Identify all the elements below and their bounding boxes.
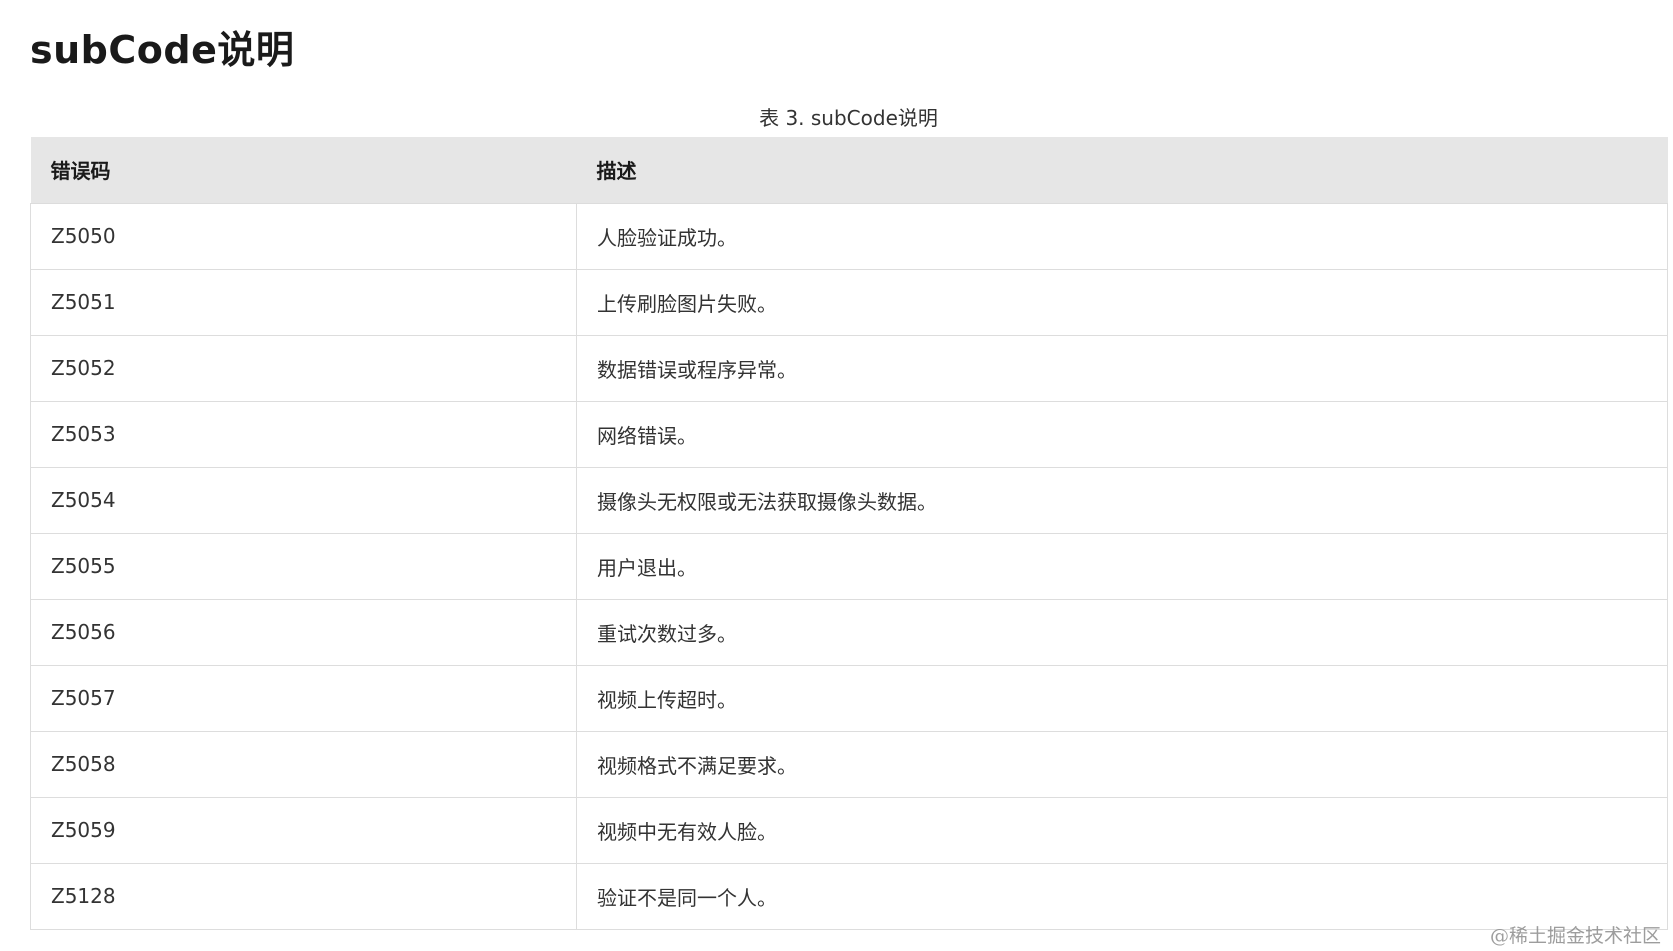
subcode-table: 错误码 描述 Z5050 人脸验证成功。 Z5051 上传刷脸图片失败。 Z50… <box>30 137 1668 930</box>
table-row: Z5055 用户退出。 <box>30 533 1668 600</box>
table-body: Z5050 人脸验证成功。 Z5051 上传刷脸图片失败。 Z5052 数据错误… <box>30 203 1668 930</box>
table-row: Z5054 摄像头无权限或无法获取摄像头数据。 <box>30 467 1668 534</box>
table-row: Z5051 上传刷脸图片失败。 <box>30 269 1668 336</box>
description-cell: 用户退出。 <box>576 533 1668 600</box>
description-cell: 上传刷脸图片失败。 <box>576 269 1668 336</box>
error-code-cell: Z5055 <box>30 533 577 600</box>
table-row: Z5057 视频上传超时。 <box>30 665 1668 732</box>
table-header: 错误码 描述 <box>30 137 1668 204</box>
table-row: Z5128 验证不是同一个人。 <box>30 863 1668 930</box>
header-error-code: 错误码 <box>30 137 577 204</box>
description-cell: 网络错误。 <box>576 401 1668 468</box>
error-code-cell: Z5054 <box>30 467 577 534</box>
description-cell: 摄像头无权限或无法获取摄像头数据。 <box>576 467 1668 534</box>
table-row: Z5052 数据错误或程序异常。 <box>30 335 1668 402</box>
table-row: Z5050 人脸验证成功。 <box>30 203 1668 270</box>
table-row: Z5053 网络错误。 <box>30 401 1668 468</box>
error-code-cell: Z5051 <box>30 269 577 336</box>
error-code-cell: Z5058 <box>30 731 577 798</box>
error-code-cell: Z5053 <box>30 401 577 468</box>
description-cell: 验证不是同一个人。 <box>576 863 1668 930</box>
error-code-cell: Z5052 <box>30 335 577 402</box>
error-code-cell: Z5059 <box>30 797 577 864</box>
description-cell: 人脸验证成功。 <box>576 203 1668 270</box>
description-cell: 数据错误或程序异常。 <box>576 335 1668 402</box>
error-code-cell: Z5128 <box>30 863 577 930</box>
description-cell: 视频上传超时。 <box>576 665 1668 732</box>
description-cell: 重试次数过多。 <box>576 599 1668 666</box>
description-cell: 视频中无有效人脸。 <box>576 797 1668 864</box>
error-code-cell: Z5050 <box>30 203 577 270</box>
table-row: Z5058 视频格式不满足要求。 <box>30 731 1668 798</box>
error-code-cell: Z5056 <box>30 599 577 666</box>
table-row: Z5059 视频中无有效人脸。 <box>30 797 1668 864</box>
error-code-cell: Z5057 <box>30 665 577 732</box>
watermark: @稀土掘金技术社区 <box>1489 925 1661 947</box>
table-caption: 表 3. subCode说明 <box>759 106 938 130</box>
table-row: Z5056 重试次数过多。 <box>30 599 1668 666</box>
header-row: 错误码 描述 <box>30 137 1668 204</box>
header-description: 描述 <box>576 137 1668 204</box>
page-title: subCode说明 <box>30 28 295 72</box>
description-cell: 视频格式不满足要求。 <box>576 731 1668 798</box>
